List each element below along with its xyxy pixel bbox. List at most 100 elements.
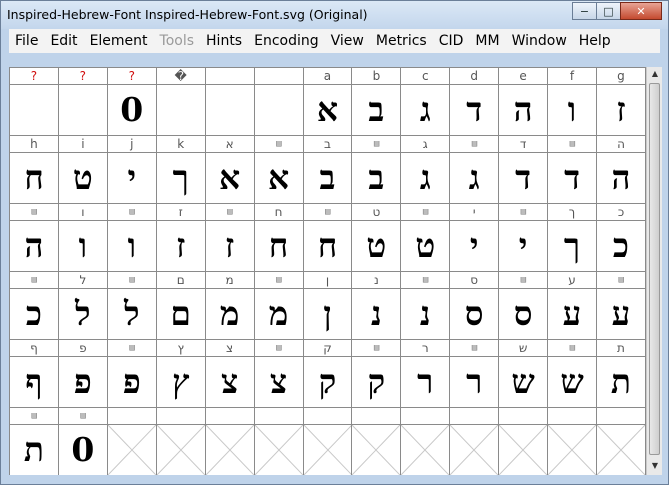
empty-glyph-slot[interactable] — [302, 424, 353, 475]
glyph-label — [253, 407, 304, 425]
glyph-cell[interactable]: ט — [57, 152, 108, 204]
glyph-cell[interactable]: כ — [9, 288, 59, 340]
glyph-cell[interactable]: פ — [106, 356, 157, 408]
glyph-cell[interactable]: מ — [204, 288, 255, 340]
glyph-cell[interactable]: ן — [302, 288, 353, 340]
glyph-cell[interactable]: ע — [595, 288, 646, 340]
glyph-cell[interactable]: ד — [449, 84, 500, 136]
menu-edit[interactable]: Edit — [44, 33, 83, 49]
glyph-cell[interactable]: ז — [595, 84, 646, 136]
empty-glyph-slot[interactable] — [595, 424, 646, 475]
glyph-cell[interactable]: צ — [204, 356, 255, 408]
glyph-cell[interactable]: ח — [9, 152, 59, 204]
menu-help[interactable]: Help — [573, 33, 617, 49]
scrollbar-thumb[interactable] — [649, 83, 660, 455]
glyph-cell[interactable]: ג — [449, 152, 500, 204]
glyph-cell[interactable]: ל — [106, 288, 157, 340]
glyph-cell[interactable]: ח — [302, 220, 353, 272]
menu-metrics[interactable]: Metrics — [370, 33, 433, 49]
glyph-cell[interactable]: ו — [547, 84, 597, 136]
glyph-cell[interactable]: ד — [547, 152, 597, 204]
menu-file[interactable]: File — [9, 33, 44, 49]
menu-window[interactable]: Window — [506, 33, 573, 49]
empty-glyph-slot[interactable] — [498, 424, 549, 475]
maximize-button[interactable]: □ — [596, 2, 621, 20]
scroll-down-icon[interactable]: ▼ — [650, 461, 660, 471]
menu-mm[interactable]: MM — [469, 33, 505, 49]
glyph-cell[interactable]: ת — [595, 356, 646, 408]
glyph-cell[interactable]: מ — [253, 288, 304, 340]
glyph-cell[interactable]: א — [302, 84, 353, 136]
glyph-cell[interactable]: ך — [547, 220, 597, 272]
empty-glyph-slot[interactable] — [155, 424, 206, 475]
close-button[interactable]: ✕ — [620, 2, 662, 20]
glyph-cell[interactable]: ף — [9, 356, 59, 408]
glyph-cell[interactable]: י — [106, 152, 157, 204]
glyph-cell[interactable]: ט — [351, 220, 402, 272]
menu-hints[interactable]: Hints — [200, 33, 248, 49]
glyph-cell[interactable]: 0 — [57, 424, 108, 475]
glyph-cell[interactable]: ע — [547, 288, 597, 340]
empty-glyph-slot[interactable] — [253, 424, 304, 475]
glyph-cell[interactable]: ז — [155, 220, 206, 272]
title-bar[interactable]: Inspired-Hebrew-Font Inspired-Hebrew-Fon… — [1, 1, 668, 29]
empty-glyph-slot[interactable] — [547, 424, 597, 475]
glyph-cell[interactable]: ד — [498, 152, 549, 204]
glyph-cell[interactable]: ג — [400, 84, 451, 136]
empty-glyph-slot[interactable] — [400, 424, 451, 475]
menu-encoding[interactable]: Encoding — [248, 33, 325, 49]
glyph-cell[interactable]: ה — [595, 152, 646, 204]
glyph-cell[interactable]: 0 — [106, 84, 157, 136]
glyph-cell[interactable]: נ — [400, 288, 451, 340]
glyph-cell[interactable]: צ — [253, 356, 304, 408]
vertical-scrollbar[interactable]: ▲ ▼ — [646, 67, 662, 475]
menu-cid[interactable]: CID — [433, 33, 470, 49]
glyph-cell[interactable]: כ — [595, 220, 646, 272]
glyph-cell[interactable]: א — [204, 152, 255, 204]
glyph-cell[interactable]: ב — [351, 84, 402, 136]
glyph-cell[interactable]: ס — [449, 288, 500, 340]
glyph-cell[interactable]: ק — [351, 356, 402, 408]
minimize-button[interactable]: − — [572, 2, 597, 20]
glyph-cell[interactable]: ס — [498, 288, 549, 340]
glyph-cell[interactable]: ה — [498, 84, 549, 136]
glyph-cell[interactable]: י — [498, 220, 549, 272]
glyph-cell[interactable]: ר — [400, 356, 451, 408]
glyph-cell[interactable]: י — [449, 220, 500, 272]
glyph-cell[interactable]: ו — [57, 220, 108, 272]
glyph-cell[interactable]: ש — [547, 356, 597, 408]
glyph-cell[interactable]: ר — [449, 356, 500, 408]
empty-glyph-slot[interactable] — [106, 424, 157, 475]
glyph-cell[interactable] — [9, 84, 59, 136]
glyph-cell[interactable]: ג — [400, 152, 451, 204]
glyph-cell[interactable]: ב — [351, 152, 402, 204]
glyph-cell[interactable]: א — [253, 152, 304, 204]
menu-tools[interactable]: Tools — [154, 33, 201, 49]
empty-glyph-slot[interactable] — [204, 424, 255, 475]
glyph-cell[interactable] — [204, 84, 255, 136]
glyph-cell[interactable]: נ — [351, 288, 402, 340]
menu-view[interactable]: View — [325, 33, 370, 49]
empty-glyph-slot[interactable] — [351, 424, 402, 475]
glyph-cell[interactable]: ו — [106, 220, 157, 272]
glyph-cell[interactable]: ל — [57, 288, 108, 340]
glyph-cell[interactable]: ת — [9, 424, 59, 475]
glyph-cell[interactable]: ח — [253, 220, 304, 272]
glyph-cell[interactable]: ה — [9, 220, 59, 272]
menu-element[interactable]: Element — [84, 33, 154, 49]
glyph-label: ן — [302, 271, 353, 289]
glyph-cell[interactable]: ט — [400, 220, 451, 272]
glyph-cell[interactable]: ש — [498, 356, 549, 408]
empty-glyph-slot[interactable] — [449, 424, 500, 475]
glyph-cell[interactable]: ם — [155, 288, 206, 340]
glyph-cell[interactable]: פ — [57, 356, 108, 408]
glyph-cell[interactable]: ז — [204, 220, 255, 272]
scroll-up-icon[interactable]: ▲ — [650, 69, 660, 79]
glyph-cell[interactable] — [155, 84, 206, 136]
glyph-cell[interactable] — [57, 84, 108, 136]
glyph-cell[interactable]: ץ — [155, 356, 206, 408]
glyph-cell[interactable]: ב — [302, 152, 353, 204]
glyph-cell[interactable]: ך — [155, 152, 206, 204]
glyph-cell[interactable]: ק — [302, 356, 353, 408]
glyph-cell[interactable] — [253, 84, 304, 136]
